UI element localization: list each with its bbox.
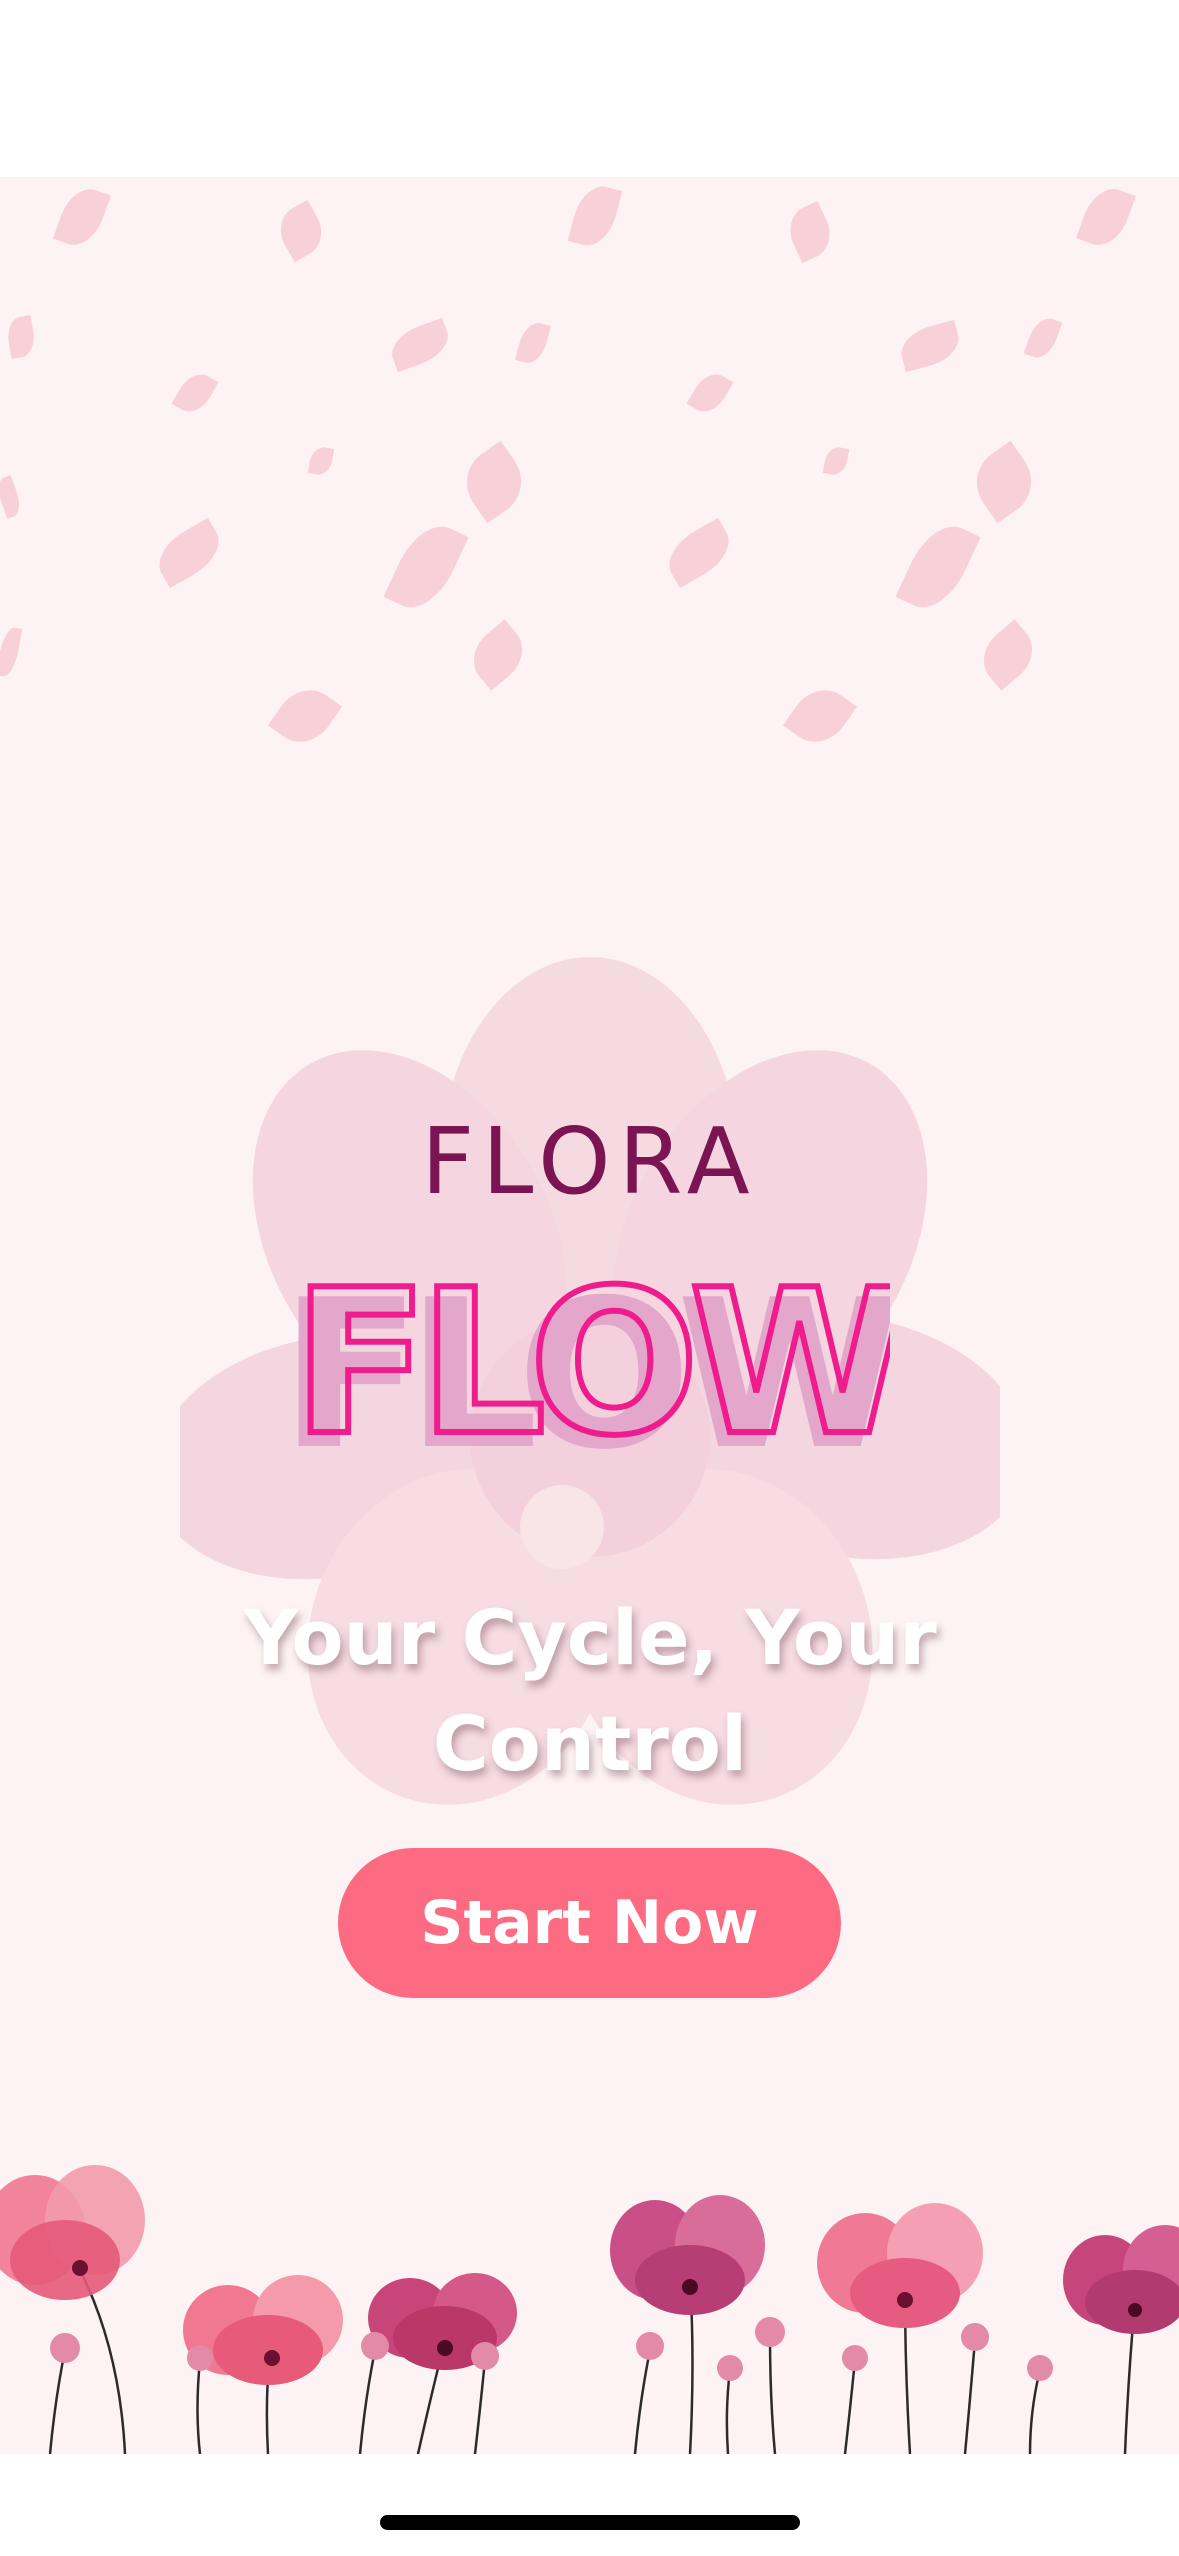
home-indicator[interactable] xyxy=(380,2515,800,2530)
petal-icon xyxy=(171,367,219,419)
petal-icon xyxy=(267,677,343,755)
falling-petals-decoration xyxy=(0,177,1179,817)
petal-icon xyxy=(895,515,981,619)
petal-icon xyxy=(515,319,551,367)
splash-screen: FLORA FLOW FLOW Your Cycle, Your Control… xyxy=(0,0,1179,2556)
start-now-button[interactable]: Start Now xyxy=(338,1848,841,1998)
petal-icon xyxy=(1023,313,1063,363)
petal-icon xyxy=(461,619,535,691)
petal-icon xyxy=(963,440,1045,524)
petal-icon xyxy=(0,625,23,679)
petal-icon xyxy=(567,180,623,252)
petal-icon xyxy=(0,475,25,519)
flower-border-icon xyxy=(0,2165,1179,2454)
petal-icon xyxy=(896,319,964,373)
splash-background: FLORA FLOW FLOW Your Cycle, Your Control… xyxy=(0,177,1179,2454)
tagline-text: Your Cycle, Your Control xyxy=(243,1593,937,1788)
brand-flow-outline: FLOW xyxy=(292,1252,890,1462)
petal-icon xyxy=(686,367,734,419)
petal-icon xyxy=(385,317,455,373)
bottom-safe-area xyxy=(0,2454,1179,2556)
brand-flora-text: FLORA xyxy=(421,1108,758,1215)
petal-icon xyxy=(52,181,112,253)
petal-icon xyxy=(822,445,850,477)
petal-icon xyxy=(270,199,332,263)
petal-icon xyxy=(659,517,739,589)
petal-icon xyxy=(453,440,535,524)
petal-icon xyxy=(971,619,1045,691)
petal-icon xyxy=(1076,181,1136,253)
petal-icon xyxy=(781,200,839,264)
status-bar xyxy=(0,0,1179,177)
petal-icon xyxy=(149,517,229,589)
petal-icon xyxy=(383,515,469,619)
brand-flow-logo: FLOW FLOW xyxy=(290,1252,890,1462)
petal-icon xyxy=(307,445,335,477)
petal-icon xyxy=(782,677,858,755)
petal-icon xyxy=(4,315,38,359)
